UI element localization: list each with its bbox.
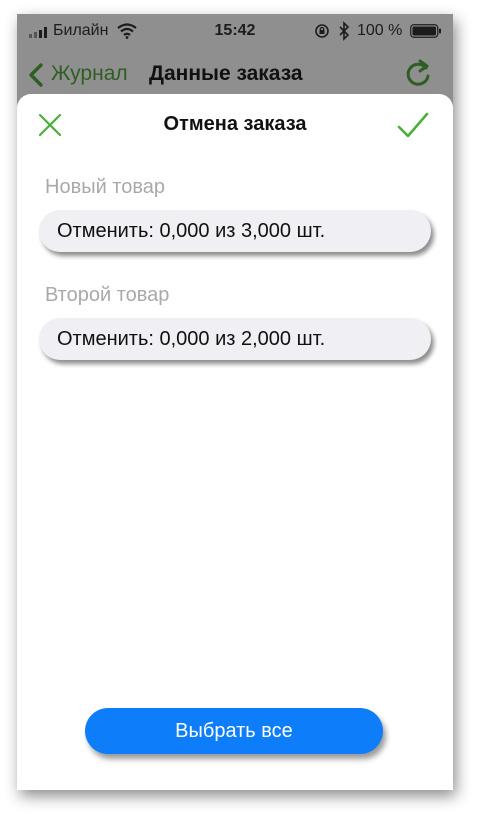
page-title: Данные заказа <box>149 62 303 85</box>
refresh-icon[interactable] <box>403 58 433 90</box>
phone-screen: Билайн 15:42 100 % Журнал Данные заказа <box>17 14 453 790</box>
sheet-title: Отмена заказа <box>163 113 307 135</box>
cancel-quantity-field[interactable]: Отменить: 0,000 из 2,000 шт. <box>39 318 431 360</box>
checkmark-icon[interactable] <box>397 112 429 140</box>
cancel-order-sheet: Отмена заказа Новый товар Отменить: 0,00… <box>17 94 453 790</box>
cancel-quantity-field[interactable]: Отменить: 0,000 из 3,000 шт. <box>39 210 431 252</box>
back-button[interactable]: Журнал <box>51 62 128 86</box>
status-bar: Билайн 15:42 100 % <box>17 14 453 48</box>
item-name: Новый товар <box>45 176 165 198</box>
orientation-lock-icon <box>315 24 329 38</box>
battery-percent: 100 % <box>357 22 403 39</box>
item-name: Второй товар <box>45 284 170 306</box>
battery-icon <box>410 24 441 38</box>
select-all-button[interactable]: Выбрать все <box>85 708 383 754</box>
navigation-bar: Журнал Данные заказа <box>17 54 453 96</box>
bluetooth-icon <box>339 21 350 41</box>
chevron-left-icon[interactable] <box>27 62 45 88</box>
